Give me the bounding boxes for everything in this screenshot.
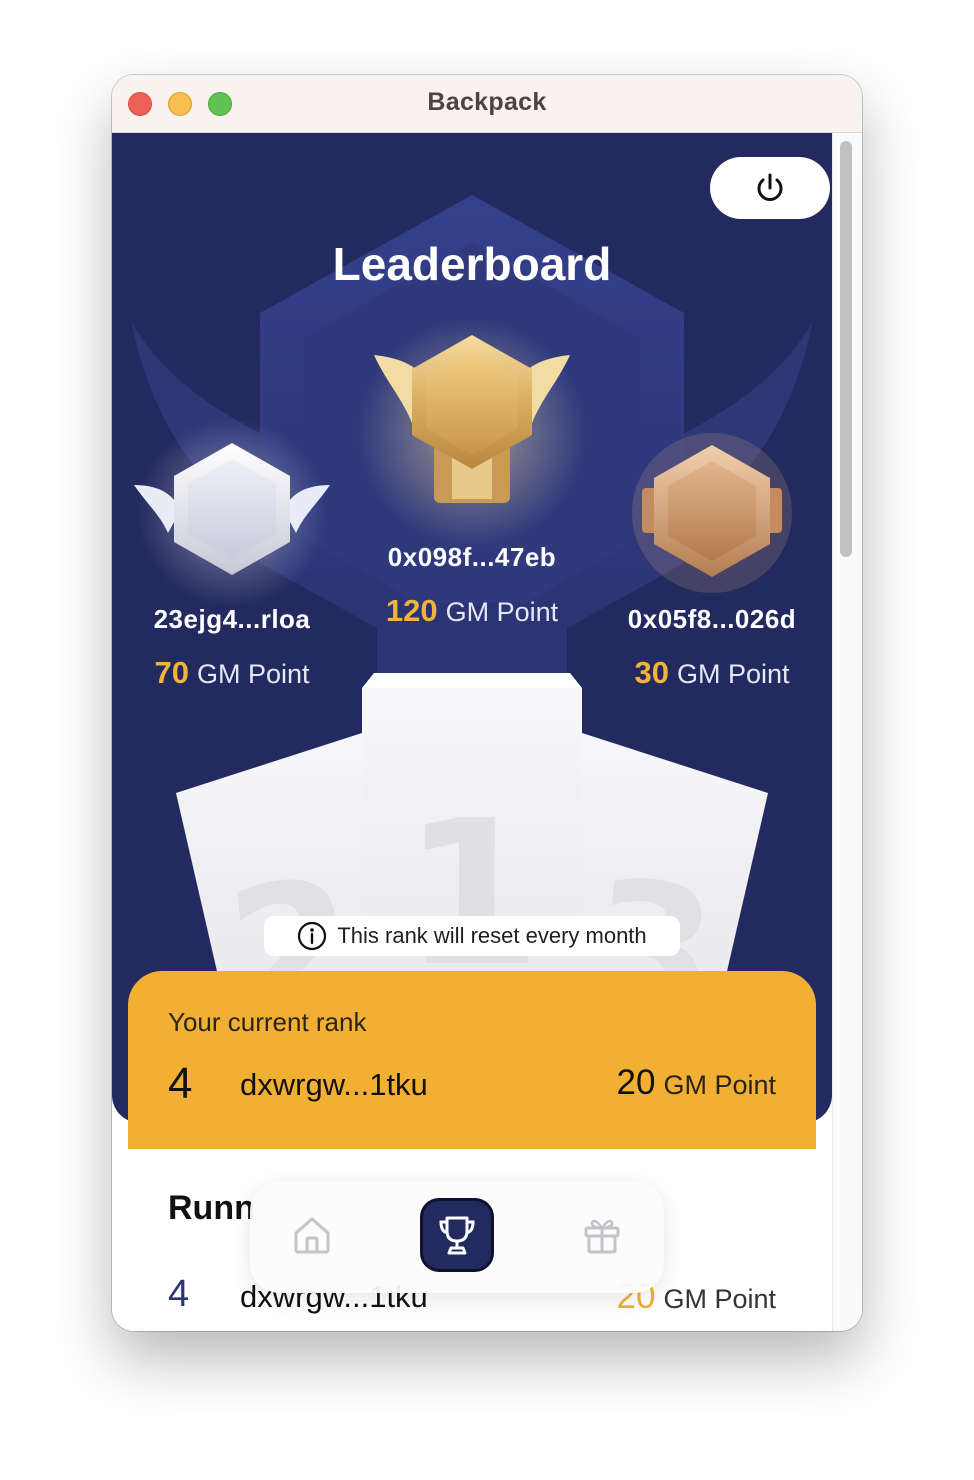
gift-icon bbox=[584, 1219, 620, 1254]
current-rank-number: 4 bbox=[168, 1059, 193, 1108]
current-rank-points: 20 GM Point bbox=[617, 1063, 776, 1103]
tab-leaderboard[interactable] bbox=[423, 1201, 491, 1269]
main-content: 1 2 3 bbox=[112, 133, 862, 1331]
third-place-address: 0x05f8...026d bbox=[627, 604, 797, 634]
scrollbar-thumb[interactable] bbox=[840, 141, 852, 557]
tab-rewards[interactable] bbox=[568, 1201, 636, 1269]
first-place-address: 0x098f...47eb bbox=[387, 542, 557, 572]
second-place-points-value: 70 bbox=[154, 655, 189, 690]
tab-home[interactable] bbox=[278, 1201, 346, 1269]
third-place-points: 30 GM Point bbox=[592, 655, 832, 691]
window-title: Backpack bbox=[427, 88, 547, 116]
current-rank-points-unit: GM Point bbox=[663, 1070, 776, 1100]
power-button[interactable] bbox=[710, 157, 830, 219]
second-place-address: 23ejg4...rloa bbox=[153, 604, 311, 634]
app-window: Backpack 1 Leaderboard 0x098f...47eb 120… bbox=[112, 75, 862, 1331]
home-icon bbox=[294, 1217, 330, 1254]
list-item-rank: 4 bbox=[168, 1273, 190, 1315]
page-title: Leaderboard bbox=[332, 238, 612, 290]
power-icon bbox=[757, 173, 783, 201]
list-item-points-unit: GM Point bbox=[663, 1284, 776, 1314]
reset-notice: This rank will reset every month bbox=[264, 916, 680, 956]
third-place-points-value: 30 bbox=[634, 655, 669, 690]
first-place-points-value: 120 bbox=[385, 593, 438, 628]
info-icon bbox=[298, 921, 327, 951]
reset-notice-text: This rank will reset every month bbox=[337, 923, 647, 948]
title-bar: Backpack bbox=[112, 75, 862, 133]
first-place-points-unit: GM Point bbox=[445, 597, 559, 627]
second-place-points: 70 GM Point bbox=[112, 655, 352, 691]
second-place-points-unit: GM Point bbox=[196, 659, 310, 689]
current-rank-label: Your current rank bbox=[168, 1007, 367, 1037]
current-rank-address: dxwrgw...1tku bbox=[240, 1067, 428, 1102]
third-place-points-unit: GM Point bbox=[676, 659, 790, 689]
first-place-points: 120 GM Point bbox=[332, 593, 612, 629]
current-rank-points-value: 20 bbox=[616, 1063, 656, 1102]
running-list-title: Runn bbox=[168, 1189, 255, 1227]
trophy-icon bbox=[439, 1216, 475, 1255]
current-rank-card: Your current rank 4 dxwrgw...1tku 20 GM P… bbox=[128, 971, 816, 1149]
bottom-tab-bar bbox=[250, 1181, 664, 1293]
